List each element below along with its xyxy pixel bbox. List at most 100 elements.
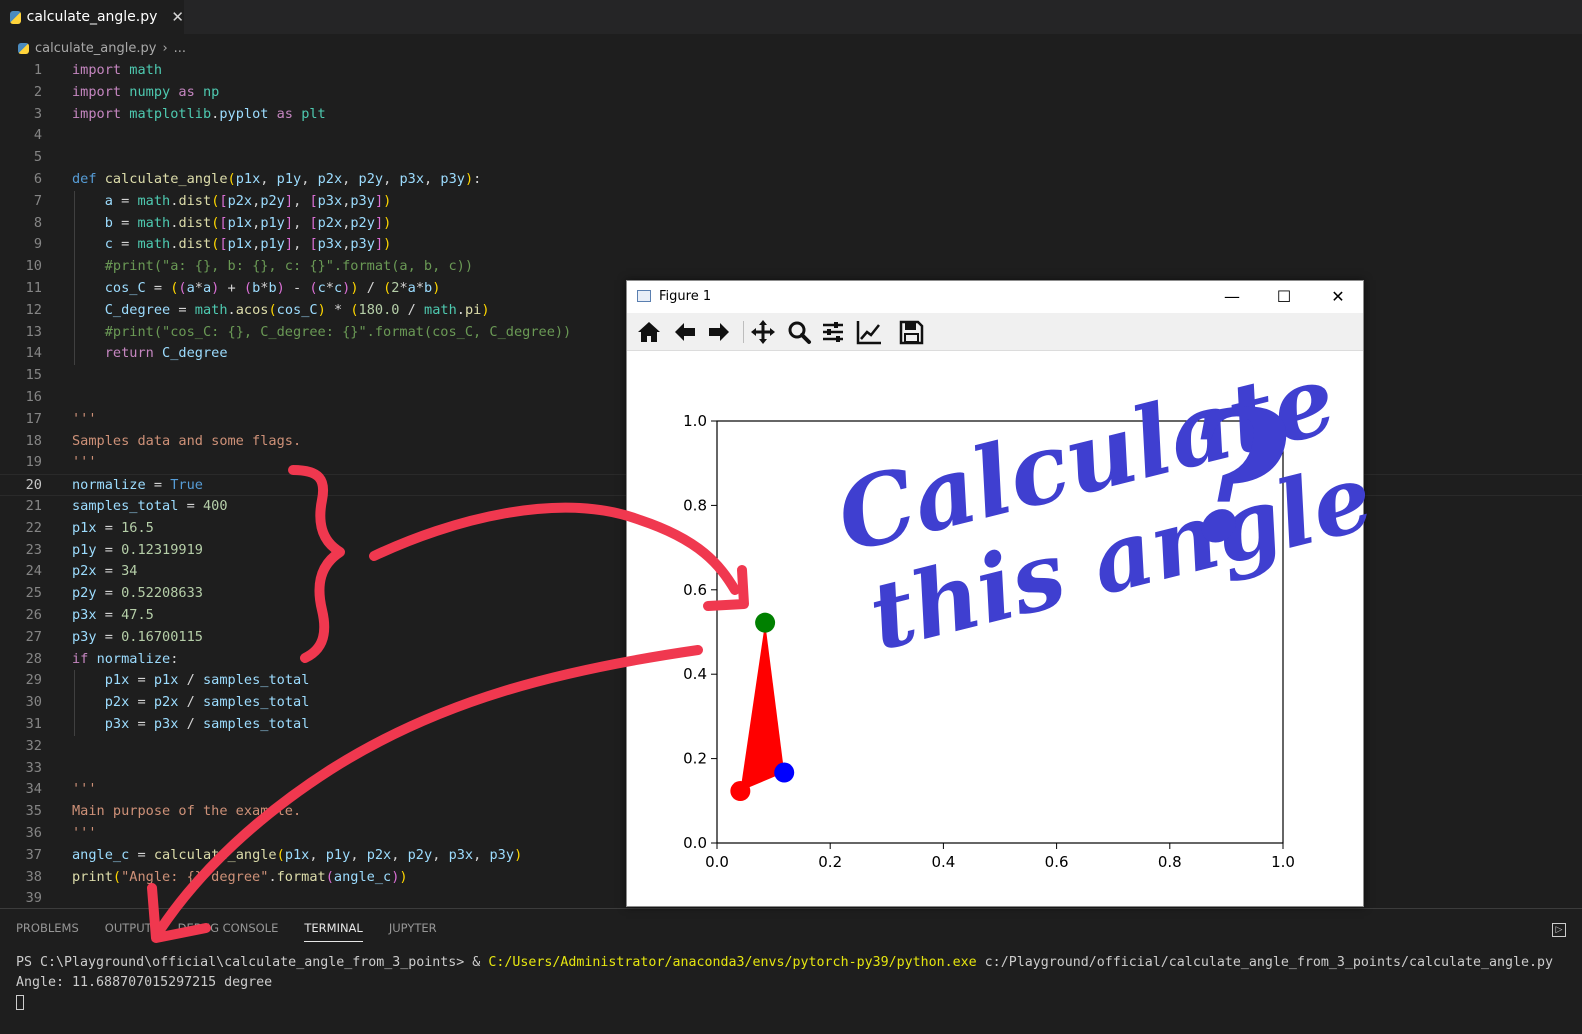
close-icon[interactable]: ✕ — [171, 8, 184, 26]
x-tick-label: 0.8 — [1158, 853, 1182, 871]
terminal-script-path: c:/Playground/official/calculate_angle_f… — [976, 955, 1554, 970]
code-text[interactable]: ''' — [72, 823, 97, 845]
line-number: 29 — [25, 672, 42, 689]
terminal-command-line[interactable]: PS C:\Playground\official\calculate_angl… — [16, 955, 1553, 970]
code-text[interactable]: p2y = 0.52208633 — [72, 583, 203, 605]
code-text[interactable]: ''' — [72, 409, 97, 431]
line-number: 16 — [25, 389, 42, 405]
data-point — [774, 762, 795, 783]
code-text[interactable]: import numpy as np — [72, 82, 219, 104]
line-number: 39 — [25, 890, 42, 907]
line-number: 15 — [25, 367, 42, 384]
code-line[interactable]: 1 import math — [0, 60, 1582, 82]
zoom-icon[interactable] — [785, 318, 815, 346]
maximize-panel-icon[interactable]: ▷ — [1552, 923, 1566, 937]
line-number: 18 — [25, 432, 42, 449]
code-text[interactable]: if normalize: — [72, 649, 178, 671]
code-line[interactable]: 9 c = math.dist([p1x,p1y], [p3x,p3y]) — [0, 234, 1582, 256]
code-text[interactable]: p3x = p3x / samples_total — [72, 714, 310, 736]
code-text[interactable]: def calculate_angle(p1x, p1y, p2x, p2y, … — [72, 169, 481, 191]
line-number: 14 — [25, 345, 42, 362]
code-text[interactable]: ''' — [72, 452, 97, 474]
code-text[interactable]: angle_c = calculate_angle(p1x, p1y, p2x,… — [72, 845, 522, 867]
code-text[interactable]: p2x = p2x / samples_total — [72, 692, 310, 714]
line-number: 8 — [33, 214, 42, 231]
data-point — [730, 781, 751, 802]
code-text[interactable]: c = math.dist([p1x,p1y], [p3x,p3y]) — [72, 234, 392, 256]
code-text[interactable]: print("Angle: {} degree".format(angle_c)… — [72, 867, 408, 889]
code-text[interactable]: cos_C = ((a*a) + (b*b) - (c*c)) / (2*a*b… — [72, 278, 441, 300]
tab-jupyter[interactable]: JUPYTER — [389, 921, 437, 942]
code-text[interactable]: p3x = 47.5 — [72, 605, 154, 627]
code-line[interactable]: 5 — [0, 147, 1582, 169]
data-point — [755, 612, 776, 633]
close-button[interactable]: ✕ — [1323, 285, 1353, 309]
python-file-icon — [18, 42, 29, 54]
code-text[interactable]: p1y = 0.12319919 — [72, 540, 203, 562]
panel-tabs: PROBLEMS OUTPUT DEBUG CONSOLE TERMINAL JUPYT… — [16, 921, 437, 942]
line-number: 17 — [25, 410, 42, 427]
tab-problems[interactable]: PROBLEMS — [16, 921, 79, 942]
tab-label: calculate_angle.py — [26, 9, 158, 25]
line-number: 2 — [33, 83, 42, 100]
configure-subplots-icon[interactable] — [819, 318, 849, 346]
terminal-cursor[interactable] — [16, 995, 24, 1011]
code-text[interactable]: p3y = 0.16700115 — [72, 627, 203, 649]
code-text[interactable]: import matplotlib.pyplot as plt — [72, 104, 326, 126]
minimize-button[interactable]: — — [1217, 285, 1247, 309]
line-number: 38 — [25, 868, 42, 885]
breadcrumb-file[interactable]: calculate_angle.py — [35, 41, 156, 56]
code-text[interactable]: #print("a: {}, b: {}, c: {}".format(a, b… — [72, 256, 473, 278]
code-line[interactable]: 8 b = math.dist([p1x,p1y], [p2x,p2y]) — [0, 213, 1582, 235]
indent-guide — [74, 670, 75, 736]
code-line[interactable]: 6 def calculate_angle(p1x, p1y, p2x, p2y,… — [0, 169, 1582, 191]
maximize-button[interactable]: ☐ — [1269, 285, 1299, 309]
tab-calculate-angle[interactable]: calculate_angle.py ✕ — [0, 0, 184, 34]
pan-icon[interactable] — [749, 318, 779, 346]
code-text[interactable]: return C_degree — [72, 343, 228, 365]
code-text[interactable]: import math — [72, 60, 162, 82]
figure-titlebar[interactable]: Figure 1 — ☐ ✕ — [627, 281, 1363, 313]
code-text[interactable]: p1x = p1x / samples_total — [72, 670, 310, 692]
indent-guide — [74, 190, 75, 366]
code-line[interactable]: 3 import matplotlib.pyplot as plt — [0, 104, 1582, 126]
forward-icon[interactable] — [705, 318, 735, 346]
line-number: 37 — [25, 846, 42, 863]
code-text[interactable]: p1x = 16.5 — [72, 518, 154, 540]
line-number: 11 — [25, 280, 42, 296]
terminal-prompt: PS C:\Playground\official\calculate_angl… — [16, 955, 489, 970]
code-text[interactable]: Samples data and some flags. — [72, 431, 301, 453]
home-icon[interactable] — [635, 318, 665, 346]
line-number: 34 — [25, 781, 42, 798]
code-text[interactable]: ''' — [72, 779, 97, 801]
figure-window[interactable]: Figure 1 — ☐ ✕ 0.0 0.2 0.4 0.6 0.8 1.0 0.0 — [626, 280, 1364, 907]
x-tick-label: 0.2 — [818, 853, 842, 871]
code-text[interactable]: samples_total = 400 — [72, 496, 228, 518]
plot-canvas[interactable]: 0.0 0.2 0.4 0.6 0.8 1.0 0.0 0.2 0.4 0.6 0.8 1.0 — [627, 351, 1363, 906]
line-number: 25 — [25, 585, 42, 602]
code-line[interactable]: 7 a = math.dist([p2x,p2y], [p3x,p3y]) — [0, 191, 1582, 213]
tab-debug-console[interactable]: DEBUG CONSOLE — [178, 921, 279, 942]
line-number: 36 — [25, 825, 42, 841]
save-icon[interactable] — [897, 318, 927, 346]
code-text[interactable]: p2x = 34 — [72, 561, 138, 583]
figure-toolbar — [627, 313, 1363, 351]
code-text[interactable]: #print("cos_C: {}, C_degree: {}".format(… — [72, 322, 572, 344]
line-number: 35 — [25, 803, 42, 820]
line-number: 5 — [33, 149, 42, 166]
code-text[interactable]: b = math.dist([p1x,p1y], [p2x,p2y]) — [72, 213, 392, 235]
code-line[interactable]: 10 #print("a: {}, b: {}, c: {}".format(a… — [0, 256, 1582, 278]
code-text[interactable]: C_degree = math.acos(cos_C) * (180.0 / m… — [72, 300, 490, 322]
tab-terminal[interactable]: TERMINAL — [304, 921, 363, 942]
edit-axis-icon[interactable] — [855, 318, 885, 346]
code-text[interactable]: normalize = True — [72, 475, 203, 497]
line-number: 12 — [25, 301, 42, 318]
tab-output[interactable]: OUTPUT — [105, 921, 152, 942]
code-text[interactable]: Main purpose of the example. — [72, 801, 301, 823]
code-text[interactable]: a = math.dist([p2x,p2y], [p3x,p3y]) — [72, 191, 392, 213]
breadcrumb-symbols[interactable]: ... — [174, 41, 186, 56]
code-line[interactable]: 4 — [0, 125, 1582, 147]
back-icon[interactable] — [671, 318, 701, 346]
code-line[interactable]: 2 import numpy as np — [0, 82, 1582, 104]
line-number: 4 — [33, 127, 42, 144]
